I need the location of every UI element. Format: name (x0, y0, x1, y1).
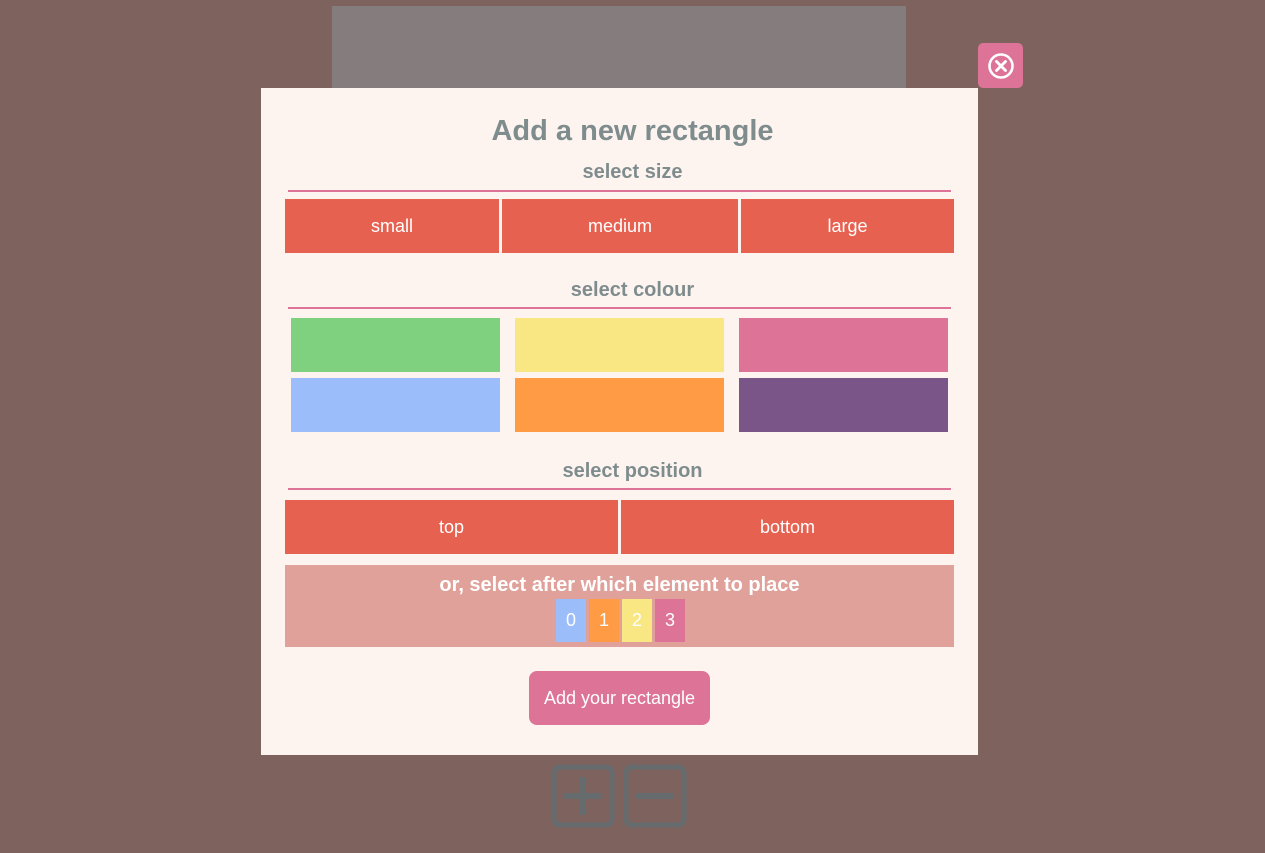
colour-swatch-pink[interactable] (739, 318, 948, 372)
size-section-title: select size (582, 161, 683, 183)
colour-swatch-yellow[interactable] (515, 318, 724, 372)
position-divider (288, 488, 951, 490)
colour-section-title: select colour (570, 279, 695, 301)
plus-square-icon[interactable] (551, 764, 615, 828)
colour-divider (288, 307, 951, 309)
position-top-button[interactable]: top (285, 500, 618, 554)
element-chip-0[interactable]: 0 (556, 599, 586, 642)
minus-square-icon[interactable] (623, 764, 687, 828)
close-circle-icon (987, 52, 1014, 79)
element-chip-1[interactable]: 1 (589, 599, 619, 642)
colour-swatch-blue[interactable] (291, 378, 500, 432)
element-chip-2[interactable]: 2 (622, 599, 652, 642)
size-small-button[interactable]: small (285, 199, 499, 253)
colour-swatch-green[interactable] (291, 318, 500, 372)
size-medium-button[interactable]: medium (502, 199, 738, 253)
close-modal-button[interactable] (978, 43, 1023, 88)
add-rectangle-button[interactable]: Add your rectangle (529, 671, 710, 725)
colour-swatch-orange[interactable] (515, 378, 724, 432)
after-element-label: or, select after which element to place (439, 574, 800, 596)
position-section-title: select position (562, 460, 703, 482)
colour-swatch-purple[interactable] (739, 378, 948, 432)
size-large-button[interactable]: large (741, 199, 954, 253)
size-divider (288, 190, 951, 192)
element-chip-3[interactable]: 3 (655, 599, 685, 642)
modal-title: Add a new rectangle (491, 115, 774, 147)
after-element-panel: or, select after which element to place … (285, 565, 954, 647)
position-bottom-button[interactable]: bottom (621, 500, 954, 554)
